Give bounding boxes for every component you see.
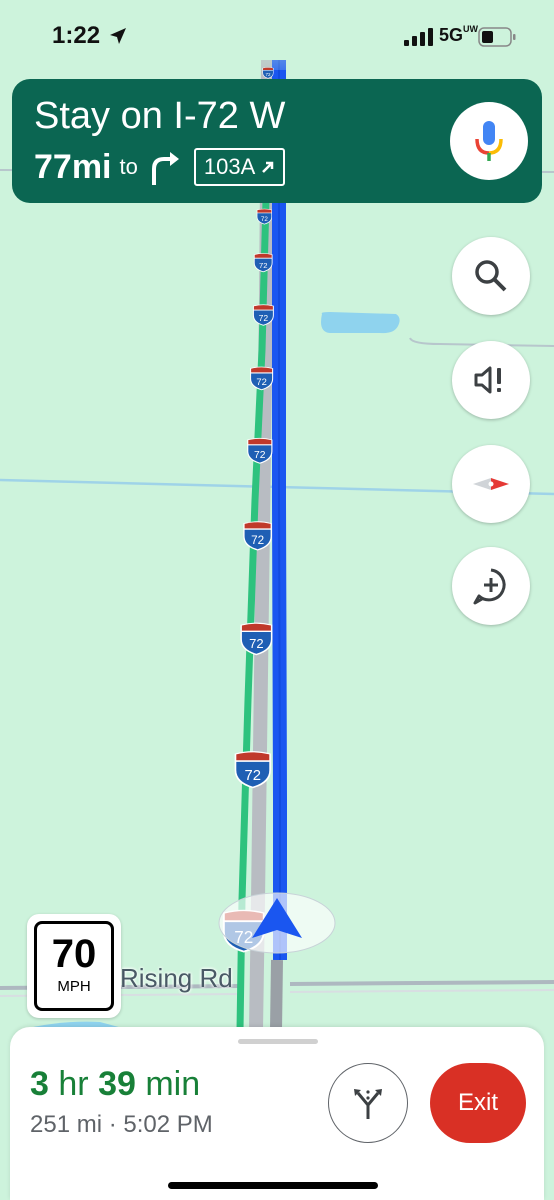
- mute-alert-icon: [474, 366, 501, 394]
- interstate-shield-icon: 72: [250, 366, 274, 391]
- interstate-shield-number: 72: [251, 534, 264, 547]
- status-bar: 1:22 5GUW: [0, 0, 554, 68]
- interstate-shield-number: 72: [259, 261, 267, 270]
- search-icon: [475, 260, 507, 292]
- interstate-shield-number: 72: [245, 768, 262, 784]
- interstate-shield-icon: 72: [252, 304, 274, 326]
- mic-icon: [475, 121, 503, 161]
- to-label: to: [119, 154, 138, 179]
- speed-limit-sign: 70 MPH: [27, 914, 121, 1018]
- voice-search-button[interactable]: [450, 102, 528, 180]
- cellular-signal-icon: [404, 28, 433, 46]
- interstate-shield-number: 72: [249, 636, 264, 651]
- interstate-shield-icon: 72: [256, 208, 272, 225]
- current-location-puck: [218, 892, 336, 954]
- home-indicator[interactable]: [168, 1182, 378, 1189]
- nav-instruction: Stay on I-72 W: [34, 95, 286, 137]
- exit-number-badge: 103A: [193, 148, 286, 186]
- trip-summary-sheet[interactable]: 3 hr 39 min 251 mi · 5:02 PM Exit: [10, 1027, 544, 1200]
- network-type: 5GUW: [439, 24, 479, 46]
- sheet-drag-handle[interactable]: [238, 1039, 318, 1044]
- slight-right-icon: [151, 152, 179, 185]
- interstate-shield-icon: 72: [243, 521, 273, 551]
- location-arrow-icon: [110, 28, 126, 44]
- trip-distance: 251 mi: [30, 1111, 103, 1138]
- compass-icon: [473, 478, 509, 490]
- navigation-banner[interactable]: Stay on I-72 W 77mi to 103A: [12, 79, 542, 203]
- maneuver-distance: 77mi: [34, 147, 112, 186]
- road-name-label: Rising Rd: [120, 963, 233, 993]
- interstate-shield-number: 72: [258, 313, 268, 323]
- interstate-shield-number: 72: [265, 72, 271, 77]
- arrow-up-right-icon: [262, 161, 274, 173]
- alternate-routes-button[interactable]: [328, 1063, 408, 1143]
- compass-button[interactable]: [452, 445, 530, 523]
- interstate-shield-number: 72: [260, 216, 267, 223]
- interstate-shield-icon: 72: [240, 622, 272, 656]
- search-button[interactable]: [452, 237, 530, 315]
- speed-limit-value: 70: [51, 932, 97, 976]
- exit-navigation-button[interactable]: Exit: [430, 1063, 526, 1143]
- add-report-button[interactable]: [452, 547, 530, 625]
- speed-limit-unit: MPH: [57, 978, 91, 995]
- exit-number: 103A: [203, 154, 256, 179]
- add-report-icon: [473, 568, 506, 605]
- eta-duration: 3 hr 39 min: [30, 1065, 201, 1103]
- interstate-shield-number: 72: [257, 377, 268, 388]
- interstate-shield-icon: 72: [253, 253, 273, 273]
- interstate-shield-icon: 72: [247, 437, 273, 464]
- status-time: 1:22: [52, 22, 101, 49]
- water-body: [321, 312, 400, 334]
- battery-icon: [478, 27, 516, 47]
- interstate-shield-number: 72: [254, 450, 266, 461]
- arrival-time: 5:02 PM: [123, 1111, 213, 1138]
- sound-alerts-button[interactable]: [452, 341, 530, 419]
- alternate-routes-icon: [354, 1089, 382, 1119]
- next-maneuver: 77mi to 103A: [34, 145, 286, 189]
- interstate-shield-icon: 72: [234, 750, 272, 788]
- route-behind: [270, 959, 283, 1031]
- trip-details: 251 mi · 5:02 PM: [30, 1111, 213, 1138]
